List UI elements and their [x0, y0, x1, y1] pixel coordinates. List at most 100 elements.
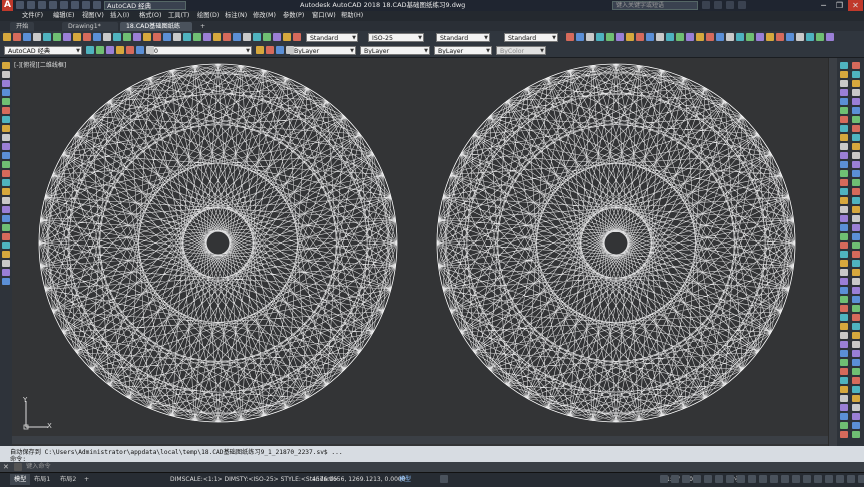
close-button[interactable]: ✕ [848, 0, 863, 11]
linetype-dropdown[interactable]: ByLayer ▼ [360, 46, 430, 55]
table-style-dropdown[interactable]: Standard ▼ [436, 33, 490, 42]
modify-tool-icon[interactable] [840, 215, 848, 222]
modify-tool-icon[interactable] [840, 296, 848, 303]
toolbar-tool-icon[interactable] [233, 33, 241, 41]
tab-drawing1[interactable]: Drawing1* [62, 22, 118, 31]
toolbar-tool-icon[interactable] [806, 33, 814, 41]
draw-tool-icon[interactable] [2, 107, 10, 114]
modify-tool-icon[interactable] [840, 260, 848, 267]
toolbar-tool-icon[interactable] [716, 33, 724, 41]
status-toggle-icon[interactable] [715, 475, 723, 483]
draw-tool-icon[interactable] [2, 143, 10, 150]
modify-tool-icon[interactable] [840, 368, 848, 375]
modify-tool-icon[interactable] [852, 242, 860, 249]
modify-tool-icon[interactable] [840, 170, 848, 177]
modify-tool-icon[interactable] [852, 143, 860, 150]
status-toggle-icon[interactable] [781, 475, 789, 483]
toolbar-tool-icon[interactable] [163, 33, 171, 41]
status-toggle-icon[interactable] [726, 475, 734, 483]
modify-tool-icon[interactable] [852, 368, 860, 375]
modify-tool-icon[interactable] [840, 386, 848, 393]
toolbar-tool-icon[interactable] [53, 33, 61, 41]
layer-tool-icon[interactable] [86, 46, 94, 54]
layer-tool-icon[interactable] [286, 46, 294, 54]
help-icon[interactable] [738, 1, 746, 9]
modify-tool-icon[interactable] [840, 431, 848, 438]
status-toggle-icon[interactable] [803, 475, 811, 483]
draw-tool-icon[interactable] [2, 242, 10, 249]
cart-icon[interactable] [726, 1, 734, 9]
modify-tool-icon[interactable] [840, 89, 848, 96]
modify-tool-icon[interactable] [840, 323, 848, 330]
modify-tool-icon[interactable] [840, 161, 848, 168]
draw-tool-icon[interactable] [2, 80, 10, 87]
status-toggle-icon[interactable] [693, 475, 701, 483]
modify-tool-icon[interactable] [852, 314, 860, 321]
tab-layout2[interactable]: 布局2 [56, 474, 80, 485]
redo-icon[interactable] [82, 1, 90, 9]
modify-tool-icon[interactable] [840, 251, 848, 258]
status-toggle-icon[interactable] [814, 475, 822, 483]
restore-button[interactable]: ❐ [832, 0, 847, 11]
status-toggle-icon[interactable] [836, 475, 844, 483]
menu-parametric[interactable]: 参数(P) [283, 11, 304, 21]
modify-tool-icon[interactable] [840, 98, 848, 105]
add-layout-button[interactable]: + [80, 474, 93, 485]
modify-tool-icon[interactable] [840, 125, 848, 132]
toolbar-tool-icon[interactable] [626, 33, 634, 41]
toolbar-tool-icon[interactable] [193, 33, 201, 41]
tab-layout1[interactable]: 布局1 [30, 474, 54, 485]
share-icon[interactable] [93, 1, 101, 9]
modify-tool-icon[interactable] [840, 152, 848, 159]
modify-tool-icon[interactable] [852, 62, 860, 69]
modify-tool-icon[interactable] [852, 107, 860, 114]
modify-tool-icon[interactable] [852, 116, 860, 123]
toolbar-tool-icon[interactable] [283, 33, 291, 41]
toolbar-tool-icon[interactable] [153, 33, 161, 41]
toolbar-tool-icon[interactable] [776, 33, 784, 41]
modify-tool-icon[interactable] [840, 278, 848, 285]
toolbar-tool-icon[interactable] [656, 33, 664, 41]
status-toggle-icon[interactable] [759, 475, 767, 483]
menu-dimension[interactable]: 标注(N) [225, 11, 247, 21]
modify-tool-icon[interactable] [852, 152, 860, 159]
toolbar-tool-icon[interactable] [576, 33, 584, 41]
toolbar-tool-icon[interactable] [173, 33, 181, 41]
draw-tool-icon[interactable] [2, 71, 10, 78]
status-toggle-icon[interactable] [682, 475, 690, 483]
draw-tool-icon[interactable] [2, 170, 10, 177]
toolbar-tool-icon[interactable] [133, 33, 141, 41]
new-file-icon[interactable] [16, 1, 24, 9]
toolbar-tool-icon[interactable] [726, 33, 734, 41]
string-art-circle[interactable] [436, 63, 796, 423]
modify-tool-icon[interactable] [852, 269, 860, 276]
toolbar-tool-icon[interactable] [253, 33, 261, 41]
toolbar-tool-icon[interactable] [686, 33, 694, 41]
layer-tool-icon[interactable] [116, 46, 124, 54]
modify-tool-icon[interactable] [852, 341, 860, 348]
modify-tool-icon[interactable] [852, 179, 860, 186]
autocad-logo-icon[interactable]: A [2, 0, 13, 11]
toolbar-tool-icon[interactable] [63, 33, 71, 41]
toolbar-tool-icon[interactable] [3, 33, 11, 41]
toolbar-tool-icon[interactable] [113, 33, 121, 41]
toolbar-tool-icon[interactable] [123, 33, 131, 41]
save-as-icon[interactable] [49, 1, 57, 9]
modify-tool-icon[interactable] [840, 359, 848, 366]
modify-tool-icon[interactable] [852, 251, 860, 258]
modify-tool-icon[interactable] [852, 215, 860, 222]
toolbar-tool-icon[interactable] [273, 33, 281, 41]
toolbar-tool-icon[interactable] [816, 33, 824, 41]
modify-tool-icon[interactable] [840, 224, 848, 231]
multileader-style-dropdown[interactable]: Standard ▼ [504, 33, 558, 42]
draw-tool-icon[interactable] [2, 179, 10, 186]
undo-icon[interactable] [71, 1, 79, 9]
layer-tool-icon[interactable] [106, 46, 114, 54]
status-toggle-icon[interactable] [660, 475, 668, 483]
text-style-dropdown[interactable]: Standard ▼ [306, 33, 358, 42]
lineweight-dropdown[interactable]: ByLayer ▼ [434, 46, 492, 55]
modify-tool-icon[interactable] [840, 197, 848, 204]
drawing-canvas[interactable] [12, 58, 828, 446]
modify-tool-icon[interactable] [852, 296, 860, 303]
modify-tool-icon[interactable] [840, 332, 848, 339]
